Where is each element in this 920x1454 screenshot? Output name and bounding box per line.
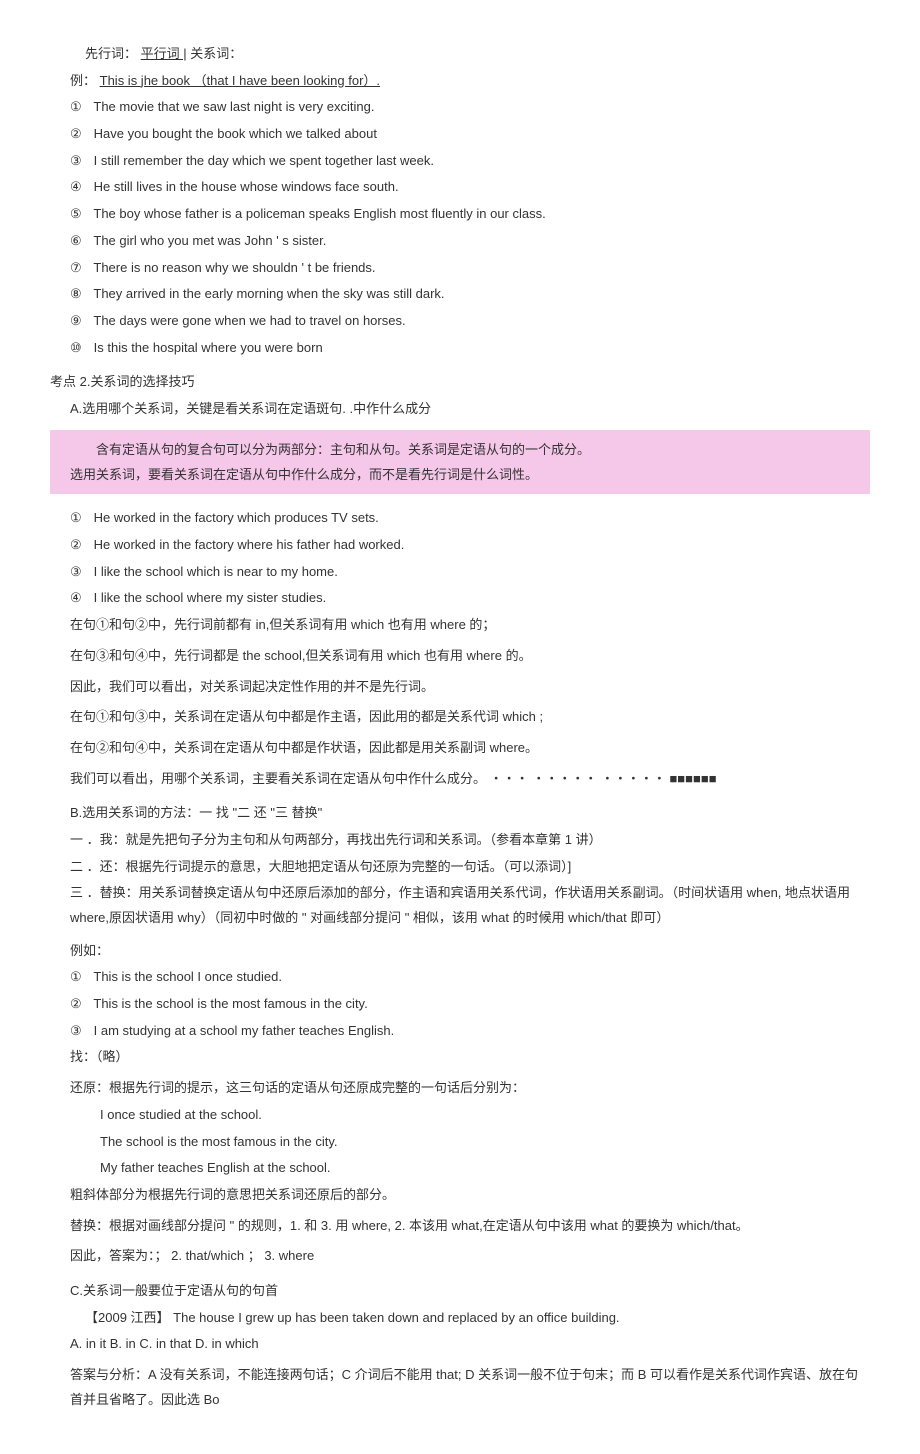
relative-label: 关系词： [190, 46, 242, 61]
list-item: ⑥ The girl who you met was John ' s sist… [70, 229, 870, 254]
list-item: ④ I like the school where my sister stud… [70, 586, 870, 611]
circled-number: ③ [70, 149, 90, 174]
restored-sentence: I once studied at the school. [100, 1103, 870, 1128]
list-item: ③ I like the school which is near to my … [70, 560, 870, 585]
restore-label: 还原：根据先行词的提示，这三句话的定语从句还原成完整的一句话后分别为： [70, 1076, 870, 1101]
subsection-a-title: A.选用哪个关系词，关键是看关系词在定语斑句. .中作什么成分 [70, 397, 870, 422]
list-item: ⑦ There is no reason why we shouldn ' t … [70, 256, 870, 281]
circled-number: ⑤ [70, 202, 90, 227]
subsection-c-title: C.关系词一般要位于定语从句的句首 [70, 1279, 870, 1304]
step-text: 一 ．我：就是先把句子分为主句和从句两部分，再找出先行词和关系词。（参看本章第 … [70, 828, 870, 853]
list-item: ⑧ They arrived in the early morning when… [70, 282, 870, 307]
circled-number: ⑩ [70, 336, 90, 361]
list-item: ③ I am studying at a school my father te… [70, 1019, 870, 1044]
circled-number: ② [70, 992, 90, 1017]
circled-number: ① [70, 506, 90, 531]
note-text: 在句①和句②中，先行词前都有 in,但关系词有用 which 也有用 where… [70, 613, 870, 638]
restored-sentence: The school is the most famous in the cit… [100, 1130, 870, 1155]
circled-number: ① [70, 965, 90, 990]
list-item: ① The movie that we saw last night is ve… [70, 95, 870, 120]
circled-number: ⑨ [70, 309, 90, 334]
circled-number: ③ [70, 560, 90, 585]
step-text: 二 ．还：根据先行词提示的意思，大胆地把定语从句还原为完整的一句话。（可以添词）… [70, 855, 870, 880]
circled-number: ① [70, 95, 90, 120]
note-text: 在句②和句④中，关系词在定语从句中都是作状语，因此都是用关系副词 where。 [70, 736, 870, 761]
example-label: 例如： [70, 939, 870, 964]
parallel-label: 平行词 | [141, 46, 187, 61]
circled-number: ④ [70, 586, 90, 611]
restored-sentence: My father teaches English at the school. [100, 1156, 870, 1181]
list-item: ⑩ Is this the hospital where you were bo… [70, 336, 870, 361]
circled-number: ⑦ [70, 256, 90, 281]
terms-line: 先行词： 平行词 | 关系词： [85, 42, 870, 67]
note-text: 我们可以看出，用哪个关系词，主要看关系词在定语从句中作什么成分。 ・・・ ・・・… [70, 767, 870, 792]
circled-number: ⑥ [70, 229, 90, 254]
find-label: 找：（略） [70, 1045, 870, 1070]
highlight-line: 含有定语从句的复合句可以分为两部分：主句和从句。关系词是定语从句的一个成分。 [70, 438, 850, 461]
list-item: ① He worked in the factory which produce… [70, 506, 870, 531]
list-item: ④ He still lives in the house whose wind… [70, 175, 870, 200]
highlight-line: 选用关系词，要看关系词在定语从句中作什么成分，而不是看先行词是什么词性。 [70, 463, 850, 486]
list-item: ② Have you bought the book which we talk… [70, 122, 870, 147]
note-text: 因此，我们可以看出，对关系词起决定性作用的并不是先行词。 [70, 675, 870, 700]
list-item: ② This is the school is the most famous … [70, 992, 870, 1017]
note-text: 在句③和句④中，先行词都是 the school,但关系词有用 which 也有… [70, 644, 870, 669]
note-text: 在句①和句③中，关系词在定语从句中都是作主语，因此用的都是关系代词 which … [70, 705, 870, 730]
example-line: 例： This is jhe book （that I have been lo… [70, 69, 870, 94]
list-item: ③ I still remember the day which we spen… [70, 149, 870, 174]
circled-number: ④ [70, 175, 90, 200]
circled-number: ② [70, 533, 90, 558]
example-prefix: 例： [70, 73, 96, 88]
list-item: ② He worked in the factory where his fat… [70, 533, 870, 558]
section-title-kp2: 考点 2.关系词的选择技巧 [50, 370, 870, 395]
exam-answer: 答案与分析：A 没有关系词，不能连接两句话；C 介词后不能用 that; D 关… [70, 1363, 870, 1412]
subsection-b-title: B.选用关系词的方法：一 找 "二 还 "三 替换" [70, 801, 870, 826]
highlight-box: 含有定语从句的复合句可以分为两部分：主句和从句。关系词是定语从句的一个成分。 选… [50, 430, 870, 495]
list-item: ① This is the school I once studied. [70, 965, 870, 990]
circled-number: ② [70, 122, 90, 147]
step-text: 三 ．替换：用关系词替换定语从句中还原后添加的部分，作主语和宾语用关系代词，作状… [70, 881, 870, 930]
exam-question: 【2009 江西】 The house I grew up has been t… [85, 1306, 870, 1331]
antecedent-label: 先行词： [85, 46, 137, 61]
note-text: 粗斜体部分为根据先行词的意思把关系词还原后的部分。 [70, 1183, 870, 1208]
exam-options: A. in it B. in C. in that D. in which [70, 1332, 870, 1357]
circled-number: ⑧ [70, 282, 90, 307]
example-sentence: This is jhe book （that I have been looki… [100, 73, 380, 88]
note-text: 替换：根据对画线部分提问 " 的规则，1. 和 3. 用 where, 2. 本… [70, 1214, 870, 1239]
list-item: ⑤ The boy whose father is a policeman sp… [70, 202, 870, 227]
circled-number: ③ [70, 1019, 90, 1044]
note-text: 因此，答案为：； 2. that/which ； 3. where [70, 1244, 870, 1269]
list-item: ⑨ The days were gone when we had to trav… [70, 309, 870, 334]
